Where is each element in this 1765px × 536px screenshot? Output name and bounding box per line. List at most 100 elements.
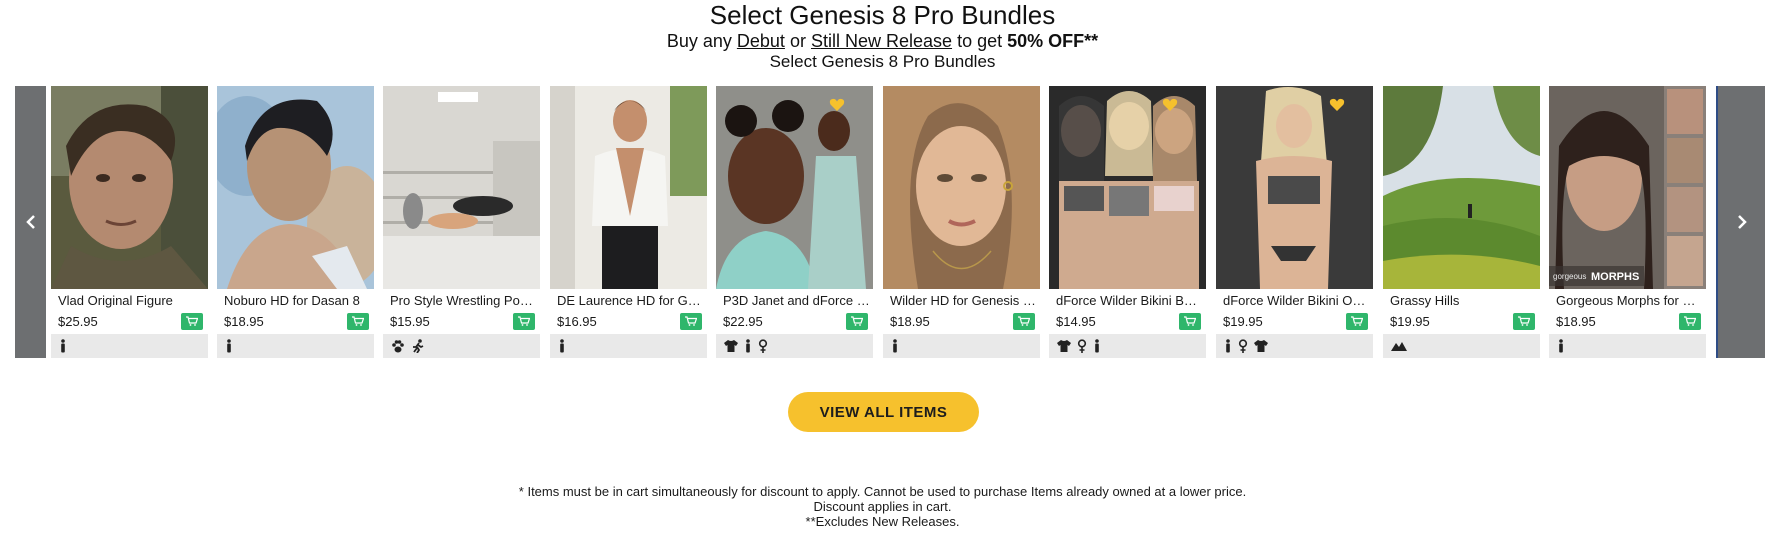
figure-icon bbox=[1093, 339, 1101, 353]
product-title[interactable]: DE Laurence HD for Genesis 8 Male bbox=[557, 293, 705, 309]
footnotes: * Items must be in cart simultaneously f… bbox=[0, 484, 1765, 529]
product-type-icons bbox=[883, 334, 1040, 358]
product-thumbnail[interactable] bbox=[1383, 86, 1540, 289]
product-thumbnail[interactable] bbox=[1216, 86, 1373, 289]
add-to-cart-button[interactable] bbox=[680, 313, 702, 330]
add-to-cart-button[interactable] bbox=[1179, 313, 1201, 330]
product-type-icons bbox=[550, 334, 707, 358]
figure-icon bbox=[1557, 339, 1565, 353]
cart-icon bbox=[851, 313, 864, 331]
carousel-next-button[interactable] bbox=[1718, 86, 1765, 358]
product-title[interactable]: Gorgeous Morphs for Genesis 8 bbox=[1556, 293, 1704, 309]
product-price: $14.95 bbox=[1056, 314, 1096, 329]
footnote-line: Discount applies in cart. bbox=[813, 499, 952, 514]
product-thumbnail[interactable] bbox=[1049, 86, 1206, 289]
product-title[interactable]: Pro Style Wrestling Poses bbox=[390, 293, 538, 309]
female-icon bbox=[1077, 339, 1087, 353]
add-to-cart-button[interactable] bbox=[846, 313, 868, 330]
product-type-icons bbox=[1549, 334, 1706, 358]
cart-icon bbox=[1684, 313, 1697, 331]
product-thumbnail[interactable] bbox=[883, 86, 1040, 289]
product-thumbnail[interactable] bbox=[51, 86, 208, 289]
product-card[interactable]: gorgeous MORPHS Gorgeous Morphs for Gene… bbox=[1549, 86, 1706, 358]
promo-or: or bbox=[789, 31, 806, 51]
product-card[interactable]: P3D Janet and dForce Outfit $22.95 bbox=[716, 86, 873, 358]
product-type-icons bbox=[217, 334, 374, 358]
promo-line: Buy any Debut or Still New Release to ge… bbox=[0, 30, 1765, 52]
product-price: $19.95 bbox=[1223, 314, 1263, 329]
carousel-prev-button[interactable] bbox=[15, 86, 46, 358]
promo-header: Select Genesis 8 Pro Bundles Buy any Deb… bbox=[0, 0, 1765, 72]
add-to-cart-button[interactable] bbox=[1513, 313, 1535, 330]
product-thumbnail[interactable] bbox=[550, 86, 707, 289]
view-all-items-button[interactable]: VIEW ALL ITEMS bbox=[788, 392, 979, 432]
morphs-caption: MORPHS bbox=[1591, 271, 1639, 283]
figure-icon bbox=[558, 339, 566, 353]
figure-icon bbox=[1224, 339, 1232, 353]
favorite-heart-icon[interactable] bbox=[1162, 98, 1178, 112]
add-to-cart-button[interactable] bbox=[347, 313, 369, 330]
add-to-cart-button[interactable] bbox=[181, 313, 203, 330]
product-type-icons bbox=[51, 334, 208, 358]
product-price: $18.95 bbox=[224, 314, 264, 329]
product-title[interactable]: Wilder HD for Genesis 8 Female bbox=[890, 293, 1038, 309]
cart-icon bbox=[518, 313, 531, 331]
favorite-heart-icon[interactable] bbox=[1329, 98, 1345, 112]
add-to-cart-button[interactable] bbox=[1346, 313, 1368, 330]
product-card[interactable]: Noburo HD for Dasan 8 $18.95 bbox=[217, 86, 374, 358]
chevron-left-icon bbox=[25, 214, 36, 230]
product-title[interactable]: Noburo HD for Dasan 8 bbox=[224, 293, 372, 309]
product-title[interactable]: Vlad Original Figure bbox=[58, 293, 206, 309]
add-to-cart-button[interactable] bbox=[513, 313, 535, 330]
product-carousel: Vlad Original Figure $25.95 Noburo HD fo… bbox=[0, 86, 1765, 358]
product-thumbnail[interactable] bbox=[217, 86, 374, 289]
debut-link[interactable]: Debut bbox=[737, 31, 785, 51]
cart-icon bbox=[685, 313, 698, 331]
product-price: $22.95 bbox=[723, 314, 763, 329]
mountain-icon bbox=[1391, 341, 1407, 351]
shirt-icon bbox=[724, 340, 738, 352]
product-title[interactable]: dForce Wilder Bikini Outfit bbox=[1223, 293, 1371, 309]
product-card[interactable]: Wilder HD for Genesis 8 Female $18.95 bbox=[883, 86, 1040, 358]
cart-icon bbox=[1018, 313, 1031, 331]
gorgeous-caption: gorgeous bbox=[1553, 272, 1586, 281]
product-title[interactable]: dForce Wilder Bikini Bundle bbox=[1056, 293, 1204, 309]
shirt-icon bbox=[1057, 340, 1071, 352]
add-to-cart-button[interactable] bbox=[1679, 313, 1701, 330]
paw-icon bbox=[391, 339, 405, 353]
product-title[interactable]: P3D Janet and dForce Outfit bbox=[723, 293, 871, 309]
product-price: $18.95 bbox=[890, 314, 930, 329]
product-price: $16.95 bbox=[557, 314, 597, 329]
product-price: $19.95 bbox=[1390, 314, 1430, 329]
promo-suffix: ** bbox=[1084, 31, 1099, 51]
figure-icon bbox=[744, 339, 752, 353]
figure-icon bbox=[59, 339, 67, 353]
add-to-cart-button[interactable] bbox=[1013, 313, 1035, 330]
female-icon bbox=[758, 339, 768, 353]
cart-icon bbox=[1518, 313, 1531, 331]
favorite-heart-icon[interactable] bbox=[829, 98, 845, 112]
product-title[interactable]: Grassy Hills bbox=[1390, 293, 1538, 309]
product-card[interactable]: DE Laurence HD for Genesis 8 Male $16.95 bbox=[550, 86, 707, 358]
product-card[interactable]: dForce Wilder Bikini Bundle $14.95 bbox=[1049, 86, 1206, 358]
cart-icon bbox=[1184, 313, 1197, 331]
product-card[interactable]: Vlad Original Figure $25.95 bbox=[51, 86, 208, 358]
page-subtitle: Select Genesis 8 Pro Bundles bbox=[769, 52, 996, 71]
product-type-icons bbox=[1383, 334, 1540, 358]
promo-to: to get bbox=[957, 31, 1003, 51]
footnote-line: **Excludes New Releases. bbox=[805, 514, 960, 529]
product-card[interactable]: Grassy Hills $19.95 bbox=[1383, 86, 1540, 358]
product-thumbnail[interactable]: gorgeous MORPHS bbox=[1549, 86, 1706, 289]
product-price: $18.95 bbox=[1556, 314, 1596, 329]
cart-icon bbox=[352, 313, 365, 331]
product-card[interactable]: dForce Wilder Bikini Outfit $19.95 bbox=[1216, 86, 1373, 358]
product-type-icons bbox=[1049, 334, 1206, 358]
figure-icon bbox=[891, 339, 899, 353]
still-new-release-link[interactable]: Still New Release bbox=[811, 31, 952, 51]
product-thumbnail[interactable] bbox=[383, 86, 540, 289]
cart-icon bbox=[1351, 313, 1364, 331]
running-pose-icon bbox=[411, 339, 425, 353]
product-price: $15.95 bbox=[390, 314, 430, 329]
product-card[interactable]: Pro Style Wrestling Poses $15.95 bbox=[383, 86, 540, 358]
product-thumbnail[interactable] bbox=[716, 86, 873, 289]
